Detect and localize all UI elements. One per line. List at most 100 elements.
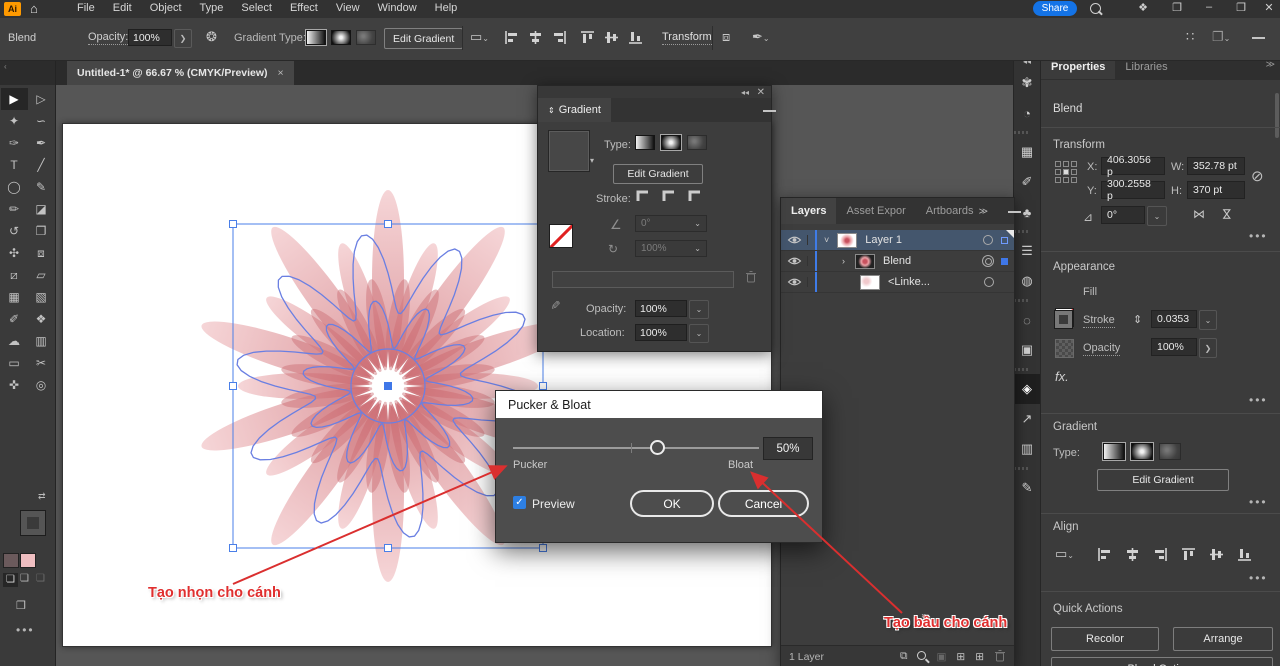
curvature-tool-icon[interactable]: ✑ bbox=[1, 132, 28, 154]
zoom-tool-icon[interactable]: ◎ bbox=[28, 374, 55, 396]
preview-checkbox[interactable]: ✓ bbox=[513, 496, 526, 509]
stroke-within-icon[interactable] bbox=[635, 189, 651, 206]
close-button[interactable]: ✕ bbox=[1258, 1, 1280, 14]
edit-gradient-button[interactable]: Edit Gradient bbox=[613, 164, 703, 184]
align-horizontal-right-icon[interactable] bbox=[1153, 547, 1168, 565]
asset-export-tab[interactable]: Asset Expor bbox=[836, 198, 915, 224]
location-chevron[interactable]: ⌄ bbox=[689, 324, 709, 343]
menu-window[interactable]: Window bbox=[369, 0, 426, 16]
new-sublayer-icon[interactable]: ⊞ bbox=[956, 651, 965, 663]
stroke-none-swatch[interactable] bbox=[549, 224, 573, 248]
recolor-artwork-icon[interactable]: ❂ bbox=[206, 30, 217, 43]
recolor-button[interactable]: Recolor bbox=[1051, 627, 1159, 651]
draw-normal-icon[interactable]: ❏ bbox=[3, 573, 18, 587]
shape-builder-tool-icon[interactable]: ⧄ bbox=[1, 264, 28, 286]
menu-view[interactable]: View bbox=[327, 0, 369, 16]
pen-options-icon[interactable]: ✒⌄ bbox=[752, 30, 770, 43]
align-to-selection-icon[interactable]: ▭⌄ bbox=[1055, 547, 1074, 560]
menu-effect[interactable]: Effect bbox=[281, 0, 327, 16]
appearance-panel-icon[interactable]: ▣ bbox=[1014, 335, 1041, 365]
reference-point-grid[interactable] bbox=[1055, 161, 1077, 183]
align-vertical-bottom-icon[interactable] bbox=[628, 30, 643, 48]
layer-name[interactable]: <Linke... bbox=[888, 276, 930, 288]
menu-object[interactable]: Object bbox=[141, 0, 191, 16]
rotation-input[interactable]: 0° bbox=[1101, 206, 1145, 224]
stroke-along-icon[interactable] bbox=[661, 189, 677, 206]
linear-type-swatch[interactable] bbox=[1103, 443, 1125, 460]
color-button[interactable] bbox=[3, 553, 19, 568]
flip-vertical-icon[interactable]: ⋈ bbox=[1220, 208, 1234, 220]
menu-edit[interactable]: Edit bbox=[104, 0, 141, 16]
opacity-chevron[interactable]: ❯ bbox=[174, 29, 192, 48]
shaper-tool-icon[interactable]: ✏ bbox=[1, 198, 28, 220]
stroke-stepper-icon[interactable]: ⇕ bbox=[1133, 313, 1142, 326]
direct-selection-tool-icon[interactable]: ▷ bbox=[28, 88, 55, 110]
effect-slider-track[interactable] bbox=[513, 447, 759, 449]
eyedropper-icon[interactable]: ✎ bbox=[548, 300, 562, 310]
x-input[interactable]: 406.3056 p bbox=[1101, 157, 1165, 175]
workspace-switcher-icon[interactable]: ❖ bbox=[1132, 1, 1154, 14]
blend-tool-icon[interactable]: ❖ bbox=[28, 308, 55, 330]
layer-name[interactable]: Layer 1 bbox=[865, 234, 902, 246]
home-icon[interactable]: ⌂ bbox=[30, 1, 38, 16]
color-guide-panel-icon[interactable]: ◔ bbox=[1014, 98, 1041, 128]
slice-tool-icon[interactable]: ✂ bbox=[28, 352, 55, 374]
layer-thumbnail[interactable] bbox=[837, 233, 857, 248]
align-more-dots[interactable]: ••• bbox=[1249, 571, 1268, 585]
layer-row-linked[interactable]: <Linke... bbox=[781, 272, 1014, 293]
target-circle-icon[interactable] bbox=[984, 277, 994, 287]
close-panel-icon[interactable]: ✕ bbox=[757, 87, 765, 98]
fx-button[interactable]: fx. bbox=[1055, 369, 1069, 384]
paintbrush-tool-icon[interactable]: ✎ bbox=[28, 176, 55, 198]
expand-chevron-icon[interactable]: › bbox=[842, 256, 845, 266]
align-vertical-top-icon[interactable] bbox=[1181, 547, 1196, 565]
arrange-button[interactable]: Arrange bbox=[1173, 627, 1273, 651]
document-setup-icon[interactable]: ❐⌄ bbox=[1212, 30, 1230, 43]
cancel-button[interactable]: Cancel bbox=[718, 490, 809, 517]
perspective-grid-tool-icon[interactable]: ▱ bbox=[28, 264, 55, 286]
stroke-color-swatch[interactable] bbox=[1055, 311, 1072, 328]
hand-tool-icon[interactable]: ✜ bbox=[1, 374, 28, 396]
stop-opacity-chevron[interactable]: ⌄ bbox=[689, 300, 709, 319]
menu-file[interactable]: File bbox=[68, 0, 104, 16]
collapse-panel-icon[interactable]: ◂◂ bbox=[741, 88, 749, 97]
align-vertical-center-icon[interactable] bbox=[604, 30, 619, 48]
mesh-tool-icon[interactable]: ▦ bbox=[1, 286, 28, 308]
artboards-panel-icon[interactable]: ▥ bbox=[1014, 434, 1041, 464]
locate-object-icon[interactable] bbox=[917, 651, 926, 663]
pen-tool-icon[interactable]: ✒ bbox=[28, 132, 55, 154]
swap-fill-stroke-icon[interactable]: ⇄ bbox=[38, 491, 46, 502]
align-vertical-top-icon[interactable] bbox=[580, 30, 595, 48]
menu-type[interactable]: Type bbox=[191, 0, 233, 16]
artboard-tool-icon[interactable]: ▭ bbox=[1, 352, 28, 374]
menu-help[interactable]: Help bbox=[426, 0, 467, 16]
gradient-slider[interactable] bbox=[552, 271, 734, 288]
h-input[interactable]: 370 pt bbox=[1187, 181, 1245, 199]
align-horizontal-right-icon[interactable] bbox=[552, 30, 567, 48]
layer-row-layer1[interactable]: ˅ Layer 1 bbox=[781, 230, 1014, 251]
free-transform-tool-icon[interactable]: ⧈ bbox=[28, 242, 55, 264]
bounding-box-icon[interactable]: ⧈ bbox=[722, 30, 730, 43]
radial-type-swatch[interactable] bbox=[1131, 443, 1153, 460]
edit-gradient-button[interactable]: Edit Gradient bbox=[1097, 469, 1229, 491]
collect-export-icon[interactable]: ⧉ bbox=[900, 650, 908, 663]
visibility-eye-icon[interactable] bbox=[781, 256, 808, 266]
magic-wand-tool-icon[interactable]: ✦ bbox=[1, 110, 28, 132]
align-horizontal-left-icon[interactable] bbox=[504, 30, 519, 48]
width-tool-icon[interactable]: ✣ bbox=[1, 242, 28, 264]
target-circle-icon[interactable] bbox=[982, 255, 994, 267]
align-horizontal-center-icon[interactable] bbox=[528, 30, 543, 48]
align-vertical-bottom-icon[interactable] bbox=[1237, 547, 1252, 565]
document-tab[interactable]: Untitled-1* @ 66.67 % (CMYK/Preview) × bbox=[67, 60, 294, 85]
transform-link[interactable]: Transform bbox=[662, 31, 712, 45]
target-circle-icon[interactable] bbox=[983, 235, 993, 245]
rotation-chevron[interactable]: ⌄ bbox=[1147, 206, 1167, 226]
layers-tab[interactable]: Layers bbox=[781, 198, 836, 224]
align-to-selection-icon[interactable]: ▭⌄ bbox=[470, 30, 489, 43]
new-layer-icon[interactable]: ⊞ bbox=[975, 651, 984, 663]
menu-select[interactable]: Select bbox=[232, 0, 281, 16]
layer-row-blend[interactable]: › Blend bbox=[781, 251, 1014, 272]
symbol-sprayer-tool-icon[interactable]: ☁ bbox=[1, 330, 28, 352]
rotate-tool-icon[interactable]: ↺ bbox=[1, 220, 28, 242]
scale-tool-icon[interactable]: ❐ bbox=[28, 220, 55, 242]
